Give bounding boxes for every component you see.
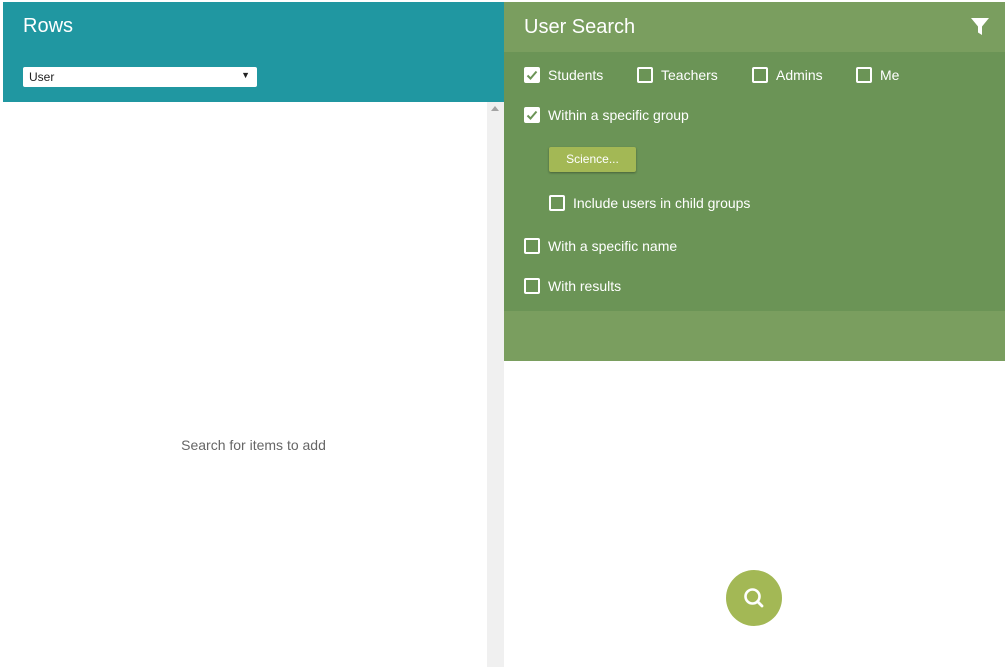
row-type-select-value: User (29, 70, 55, 84)
me-label: Me (880, 67, 900, 83)
user-search-title: User Search (524, 16, 636, 38)
user-search-header: User Search (504, 2, 1005, 52)
rows-title: Rows (23, 15, 74, 37)
scroll-up-arrow-icon[interactable] (491, 106, 499, 111)
filter-specific-group[interactable]: Within a specific group (524, 107, 689, 123)
search-options-footer (504, 311, 1005, 361)
checkmark-icon (526, 110, 538, 120)
with-results-checkbox[interactable] (524, 278, 540, 294)
child-groups-checkbox[interactable] (549, 195, 565, 211)
students-checkbox[interactable] (524, 67, 540, 83)
admins-label: Admins (776, 67, 823, 83)
specific-group-label: Within a specific group (548, 107, 689, 123)
select-group-button[interactable]: Science... (549, 147, 636, 172)
rows-panel: Rows User ▼ Search for items to add (3, 2, 504, 667)
filter-teachers[interactable]: Teachers (637, 67, 718, 83)
admins-checkbox[interactable] (752, 67, 768, 83)
filter-admins[interactable]: Admins (752, 67, 823, 83)
rows-list (3, 102, 487, 667)
teachers-label: Teachers (661, 67, 718, 83)
filter-students[interactable]: Students (524, 67, 603, 83)
chevron-down-icon: ▼ (241, 70, 250, 80)
filter-icon[interactable] (970, 17, 990, 37)
app-frame: Rows User ▼ Search for items to add User… (0, 0, 1008, 667)
search-button[interactable] (726, 570, 782, 626)
filter-child-groups[interactable]: Include users in child groups (549, 195, 750, 211)
user-search-panel: User Search Students Teachers Admins Me … (504, 2, 1005, 667)
rows-scrollbar[interactable] (487, 102, 504, 667)
specific-name-checkbox[interactable] (524, 238, 540, 254)
me-checkbox[interactable] (856, 67, 872, 83)
empty-state-message: Search for items to add (181, 437, 326, 453)
filter-specific-name[interactable]: With a specific name (524, 238, 677, 254)
rows-header: Rows User ▼ (3, 2, 504, 102)
row-type-select[interactable]: User ▼ (23, 67, 257, 87)
checkmark-icon (526, 70, 538, 80)
search-options: Students Teachers Admins Me Within a spe… (504, 52, 1005, 311)
specific-name-label: With a specific name (548, 238, 678, 254)
specific-group-checkbox[interactable] (524, 107, 540, 123)
students-label: Students (548, 67, 604, 83)
filter-me[interactable]: Me (856, 67, 899, 83)
filter-with-results[interactable]: With results (524, 278, 621, 294)
teachers-checkbox[interactable] (637, 67, 653, 83)
with-results-label: With results (548, 278, 622, 294)
search-icon (744, 588, 764, 608)
child-groups-label: Include users in child groups (573, 195, 751, 211)
